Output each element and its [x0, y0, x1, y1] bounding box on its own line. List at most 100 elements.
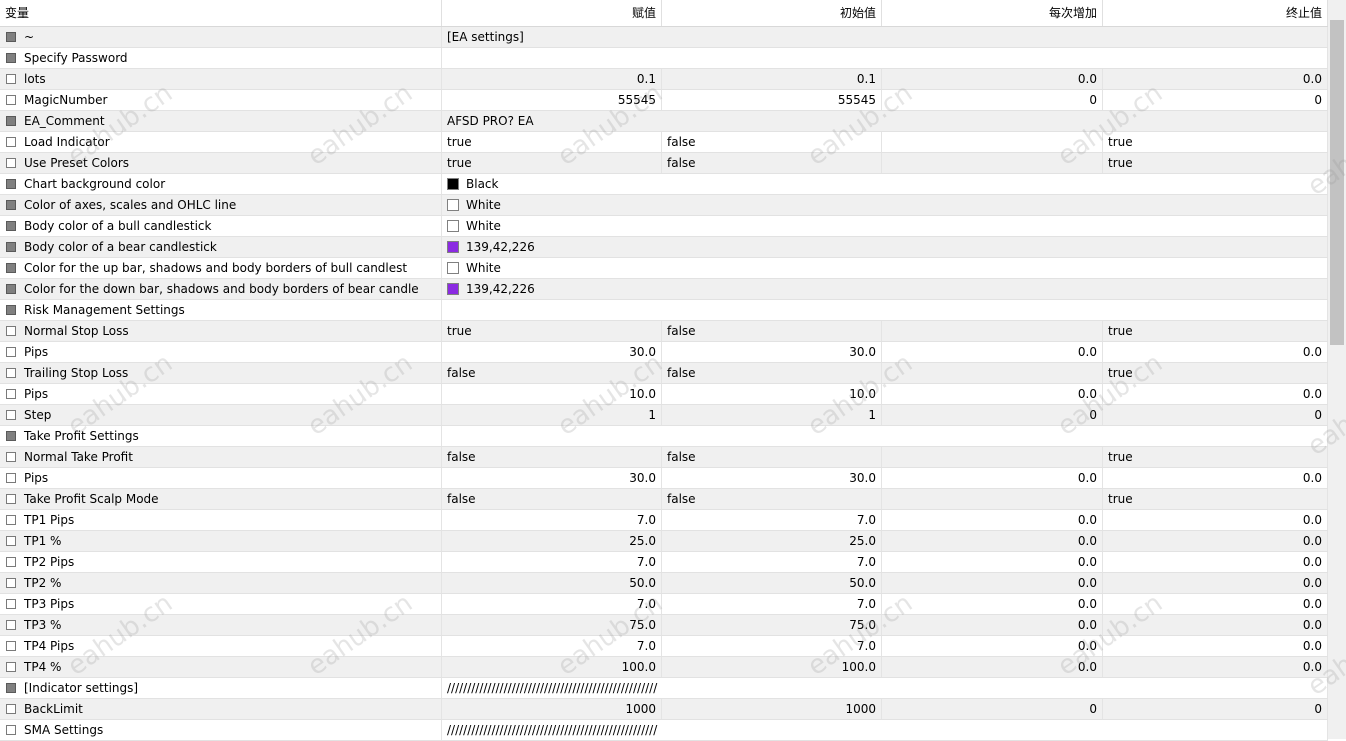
- optimize-checkbox[interactable]: [6, 704, 16, 714]
- step-cell[interactable]: 0.0: [882, 636, 1103, 656]
- column-header-variable[interactable]: 变量: [0, 0, 442, 26]
- optimize-checkbox[interactable]: [6, 326, 16, 336]
- value-cell[interactable]: [442, 426, 1328, 446]
- table-row[interactable]: TP3 Pips 7.0 7.0 0.0 0.0: [0, 594, 1328, 615]
- step-cell[interactable]: 0.0: [882, 69, 1103, 89]
- start-cell[interactable]: 7.0: [662, 552, 882, 572]
- step-cell[interactable]: 0: [882, 405, 1103, 425]
- value-cell[interactable]: 30.0: [442, 468, 662, 488]
- start-cell[interactable]: 30.0: [662, 342, 882, 362]
- table-row[interactable]: BackLimit 1000 1000 0 0: [0, 699, 1328, 720]
- value-cell[interactable]: 30.0: [442, 342, 662, 362]
- table-row[interactable]: SMA Settings ////////////////////////////…: [0, 720, 1328, 741]
- table-row[interactable]: TP3 % 75.0 75.0 0.0 0.0: [0, 615, 1328, 636]
- value-cell[interactable]: White: [442, 195, 1328, 215]
- optimize-checkbox[interactable]: [6, 347, 16, 357]
- value-cell[interactable]: ////////////////////////////////////////…: [442, 720, 1328, 740]
- step-cell[interactable]: 0.0: [882, 531, 1103, 551]
- value-cell[interactable]: 139,42,226: [442, 237, 1328, 257]
- step-cell[interactable]: [882, 489, 1103, 509]
- start-cell[interactable]: false: [662, 153, 882, 173]
- value-cell[interactable]: 75.0: [442, 615, 662, 635]
- start-cell[interactable]: 50.0: [662, 573, 882, 593]
- value-cell[interactable]: 100.0: [442, 657, 662, 677]
- table-row[interactable]: TP1 Pips 7.0 7.0 0.0 0.0: [0, 510, 1328, 531]
- table-row[interactable]: Normal Take Profit false false true: [0, 447, 1328, 468]
- start-cell[interactable]: 1: [662, 405, 882, 425]
- stop-cell[interactable]: 0.0: [1103, 468, 1328, 488]
- table-row[interactable]: Body color of a bear candlestick 139,42,2…: [0, 237, 1328, 258]
- stop-cell[interactable]: true: [1103, 363, 1328, 383]
- value-cell[interactable]: 0.1: [442, 69, 662, 89]
- value-cell[interactable]: false: [442, 489, 662, 509]
- start-cell[interactable]: false: [662, 363, 882, 383]
- value-cell[interactable]: 1000: [442, 699, 662, 719]
- value-cell[interactable]: true: [442, 321, 662, 341]
- start-cell[interactable]: 7.0: [662, 510, 882, 530]
- table-row[interactable]: TP4 Pips 7.0 7.0 0.0 0.0: [0, 636, 1328, 657]
- stop-cell[interactable]: 0: [1103, 90, 1328, 110]
- value-cell[interactable]: White: [442, 258, 1328, 278]
- column-header-stop[interactable]: 终止值: [1103, 0, 1328, 26]
- value-cell[interactable]: false: [442, 363, 662, 383]
- table-row[interactable]: Chart background color Black: [0, 174, 1328, 195]
- stop-cell[interactable]: 0: [1103, 405, 1328, 425]
- optimize-checkbox[interactable]: [6, 410, 16, 420]
- column-header-start[interactable]: 初始值: [662, 0, 882, 26]
- optimize-checkbox[interactable]: [6, 95, 16, 105]
- table-row[interactable]: Trailing Stop Loss false false true: [0, 363, 1328, 384]
- stop-cell[interactable]: true: [1103, 447, 1328, 467]
- table-row[interactable]: Risk Management Settings: [0, 300, 1328, 321]
- value-cell[interactable]: ////////////////////////////////////////…: [442, 678, 1328, 698]
- stop-cell[interactable]: 0.0: [1103, 342, 1328, 362]
- table-row[interactable]: Specify Password: [0, 48, 1328, 69]
- column-header-step[interactable]: 每次增加: [882, 0, 1103, 26]
- table-row[interactable]: Pips 30.0 30.0 0.0 0.0: [0, 342, 1328, 363]
- start-cell[interactable]: 30.0: [662, 468, 882, 488]
- value-cell[interactable]: 55545: [442, 90, 662, 110]
- value-cell[interactable]: White: [442, 216, 1328, 236]
- start-cell[interactable]: false: [662, 489, 882, 509]
- stop-cell[interactable]: 0.0: [1103, 384, 1328, 404]
- stop-cell[interactable]: 0.0: [1103, 636, 1328, 656]
- value-cell[interactable]: AFSD PRO? EA: [442, 111, 1328, 131]
- start-cell[interactable]: false: [662, 447, 882, 467]
- table-row[interactable]: Use Preset Colors true false true: [0, 153, 1328, 174]
- table-row[interactable]: TP2 % 50.0 50.0 0.0 0.0: [0, 573, 1328, 594]
- value-cell[interactable]: [442, 48, 1328, 68]
- table-row[interactable]: Take Profit Scalp Mode false false true: [0, 489, 1328, 510]
- optimize-checkbox[interactable]: [6, 620, 16, 630]
- table-row[interactable]: [Indicator settings] ////////////////////…: [0, 678, 1328, 699]
- start-cell[interactable]: 7.0: [662, 594, 882, 614]
- step-cell[interactable]: [882, 132, 1103, 152]
- table-row[interactable]: ~ [EA settings]: [0, 27, 1328, 48]
- stop-cell[interactable]: 0.0: [1103, 69, 1328, 89]
- step-cell[interactable]: 0: [882, 699, 1103, 719]
- table-row[interactable]: Take Profit Settings: [0, 426, 1328, 447]
- table-row[interactable]: Normal Stop Loss true false true: [0, 321, 1328, 342]
- value-cell[interactable]: 7.0: [442, 552, 662, 572]
- stop-cell[interactable]: true: [1103, 321, 1328, 341]
- step-cell[interactable]: 0: [882, 90, 1103, 110]
- value-cell[interactable]: 7.0: [442, 594, 662, 614]
- optimize-checkbox[interactable]: [6, 536, 16, 546]
- table-row[interactable]: Pips 10.0 10.0 0.0 0.0: [0, 384, 1328, 405]
- value-cell[interactable]: [442, 300, 1328, 320]
- start-cell[interactable]: 10.0: [662, 384, 882, 404]
- value-cell[interactable]: true: [442, 153, 662, 173]
- start-cell[interactable]: 55545: [662, 90, 882, 110]
- value-cell[interactable]: 7.0: [442, 636, 662, 656]
- stop-cell[interactable]: true: [1103, 153, 1328, 173]
- optimize-checkbox[interactable]: [6, 641, 16, 651]
- value-cell[interactable]: 1: [442, 405, 662, 425]
- step-cell[interactable]: 0.0: [882, 342, 1103, 362]
- optimize-checkbox[interactable]: [6, 515, 16, 525]
- table-row[interactable]: TP4 % 100.0 100.0 0.0 0.0: [0, 657, 1328, 678]
- stop-cell[interactable]: 0.0: [1103, 552, 1328, 572]
- step-cell[interactable]: [882, 153, 1103, 173]
- table-row[interactable]: Color for the down bar, shadows and body…: [0, 279, 1328, 300]
- optimize-checkbox[interactable]: [6, 452, 16, 462]
- value-cell[interactable]: 25.0: [442, 531, 662, 551]
- stop-cell[interactable]: true: [1103, 132, 1328, 152]
- table-row[interactable]: TP1 % 25.0 25.0 0.0 0.0: [0, 531, 1328, 552]
